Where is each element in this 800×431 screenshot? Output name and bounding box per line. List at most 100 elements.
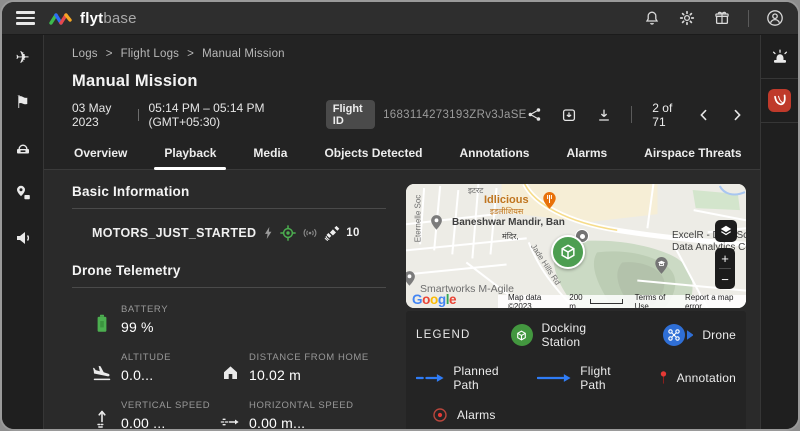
college-marker[interactable] xyxy=(654,256,669,275)
map-zoom-control: + − xyxy=(715,248,735,289)
meta-divider xyxy=(138,109,139,121)
legend-docking-label: Docking Station xyxy=(542,321,625,349)
left-sidebar: ✈ ⚑ xyxy=(2,35,44,429)
rail-divider xyxy=(761,122,798,123)
satellite-count: 10 xyxy=(346,227,359,239)
tab-overview[interactable]: Overview xyxy=(72,142,129,169)
tab-objects-detected[interactable]: Objects Detected xyxy=(322,142,424,169)
tab-airspace-threats[interactable]: Airspace Threats xyxy=(642,142,743,169)
basic-information-heading: Basic Information xyxy=(72,184,386,199)
drone-legend-icon xyxy=(663,324,685,346)
sidebar-item-locations[interactable] xyxy=(9,179,37,207)
docking-station-legend-icon xyxy=(511,324,533,346)
altitude-telemetry: ALTITUDE 0.0... xyxy=(92,352,220,383)
distance-label: DISTANCE FROM HOME xyxy=(249,352,369,363)
drone-telemetry-heading: Drone Telemetry xyxy=(72,263,386,278)
zoom-out-button[interactable]: − xyxy=(715,269,735,289)
breadcrumb-flight-logs[interactable]: Flight Logs xyxy=(121,48,179,60)
flight-path-legend-icon xyxy=(537,372,571,384)
rail-divider xyxy=(761,78,798,79)
top-header: flytbase xyxy=(2,2,798,35)
drone-heading-arrow xyxy=(687,330,694,340)
altitude-label: ALTITUDE xyxy=(121,352,171,363)
poi-marker[interactable] xyxy=(430,214,443,231)
horizontal-speed-value: 0.00 m... xyxy=(249,415,354,431)
flight-time-range: 05:14 PM – 05:14 PM (GMT+05:30) xyxy=(148,101,301,129)
layers-icon xyxy=(719,224,733,238)
zoom-in-button[interactable]: + xyxy=(715,248,735,268)
flight-map[interactable]: इटरट Eternelle Soc Idlicious इडलीशियस Ba… xyxy=(406,184,746,308)
speaker-icon xyxy=(14,229,32,247)
tab-media[interactable]: Media xyxy=(251,142,289,169)
tab-annotations[interactable]: Annotations xyxy=(457,142,531,169)
altitude-value: 0.0... xyxy=(121,367,171,383)
sidebar-item-missions[interactable]: ⚑ xyxy=(9,89,37,117)
map-scale-label: 200 m xyxy=(569,293,588,309)
map-scale-bar xyxy=(590,299,623,304)
app-window: flytbase ✈ ⚑ xyxy=(0,0,800,431)
page-title: Manual Mission xyxy=(72,72,760,91)
flag-icon: ⚑ xyxy=(15,93,30,113)
map-label-temple-hindi: मंदिर, xyxy=(502,231,519,242)
breadcrumb-logs[interactable]: Logs xyxy=(72,48,98,60)
tab-playback[interactable]: Playback xyxy=(162,142,218,169)
info-column: Basic Information MOTORS_JUST_STARTED 10… xyxy=(72,184,406,421)
dock-cube-icon xyxy=(558,242,578,262)
share-icon[interactable] xyxy=(527,106,542,123)
notifications-bell-icon[interactable] xyxy=(643,9,661,27)
map-label-restaurant-hindi: इडलीशियस xyxy=(490,206,523,217)
flytbase-logo[interactable]: flytbase xyxy=(49,10,137,27)
map-data-label: Map data ©2023 xyxy=(508,293,557,309)
alarm-siren-icon[interactable] xyxy=(769,46,791,68)
rc-signal-icon xyxy=(302,226,318,240)
pagination-label: 2 of 71 xyxy=(652,101,676,129)
altitude-plane-icon xyxy=(92,363,112,383)
legend-planned-label: Planned Path xyxy=(453,364,509,392)
distance-value: 10.02 m xyxy=(249,367,369,383)
horizontal-speed-telemetry: HORIZONTAL SPEED 0.00 m... xyxy=(220,400,354,431)
terms-of-use-link[interactable]: Terms of Use xyxy=(635,293,673,309)
chevron-right-icon[interactable] xyxy=(730,106,744,123)
poi-marker[interactable] xyxy=(406,270,416,287)
sidebar-item-announcements[interactable] xyxy=(9,224,37,252)
map-layers-button[interactable] xyxy=(715,220,737,242)
download-icon[interactable] xyxy=(596,106,612,123)
legend-annotation-label: Annotation xyxy=(677,371,736,385)
report-map-error-link[interactable]: Report a map error xyxy=(685,293,740,309)
rewards-gift-icon[interactable] xyxy=(713,9,731,27)
telemetry-grid: BATTERY 99 % ALTITUDE xyxy=(92,304,386,431)
legend-alarms-label: Alarms xyxy=(457,408,496,422)
map-label-temple: Baneshwar Mandir, Ban xyxy=(452,217,565,228)
gps-lock-icon xyxy=(280,225,296,241)
drone-status-text: MOTORS_JUST_STARTED xyxy=(92,226,256,240)
breadcrumb: Logs > Flight Logs > Manual Mission xyxy=(44,35,760,60)
breadcrumb-separator: > xyxy=(187,48,194,60)
partner-app-badge[interactable] xyxy=(768,89,791,112)
battery-icon xyxy=(92,314,112,335)
battery-value: 99 % xyxy=(121,319,168,335)
save-icon[interactable] xyxy=(561,106,577,123)
map-attribution: Map data ©2023 200 m Terms of Use Report… xyxy=(498,295,746,308)
map-label-place-top: इटरट xyxy=(468,185,483,196)
restaurant-marker[interactable] xyxy=(542,191,557,210)
chevron-left-icon[interactable] xyxy=(697,106,711,123)
sidebar-item-flights[interactable]: ✈ xyxy=(9,44,37,72)
distance-telemetry: DISTANCE FROM HOME 10.02 m xyxy=(220,352,369,383)
satellite-icon xyxy=(324,226,340,241)
airplane-icon: ✈ xyxy=(15,48,29,68)
sidebar-item-docks[interactable] xyxy=(9,134,37,162)
map-label-street-left: Eternelle Soc xyxy=(413,195,422,243)
flight-id-value: 1683114273193ZRv3JaSE xyxy=(383,109,527,121)
battery-telemetry: BATTERY 99 % xyxy=(92,304,220,335)
profile-avatar-icon[interactable] xyxy=(766,9,784,27)
playback-content: Basic Information MOTORS_JUST_STARTED 10… xyxy=(44,170,760,429)
docking-station-marker[interactable] xyxy=(551,235,585,269)
map-legend: LEGEND Docking Station Drone xyxy=(406,311,746,431)
hamburger-menu-icon[interactable] xyxy=(16,11,35,25)
tab-bar: Overview Playback Media Objects Detected… xyxy=(44,142,760,170)
google-logo[interactable]: Google xyxy=(412,292,456,307)
vertical-speed-label: VERTICAL SPEED xyxy=(121,400,210,411)
legend-flight-label: Flight Path xyxy=(580,364,624,392)
tab-alarms[interactable]: Alarms xyxy=(564,142,609,169)
settings-gear-icon[interactable] xyxy=(678,9,696,27)
